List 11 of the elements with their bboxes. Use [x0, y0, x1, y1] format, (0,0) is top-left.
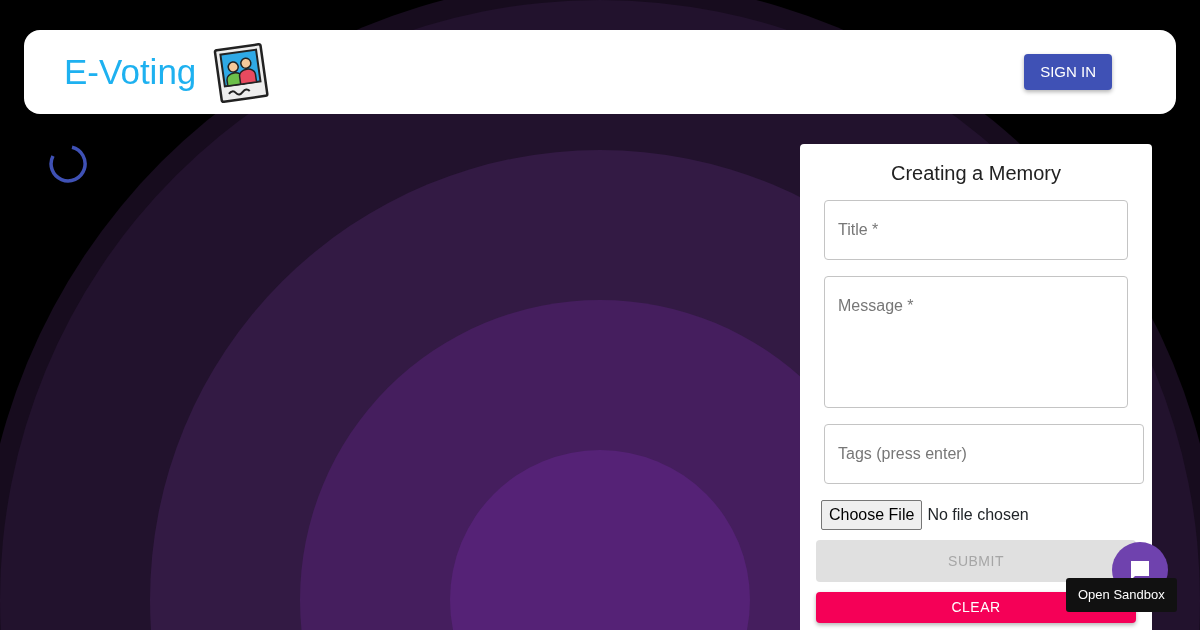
message-field[interactable]: Message *: [824, 276, 1128, 408]
chat-icon: [1129, 559, 1151, 581]
sign-in-button[interactable]: SIGN IN: [1024, 53, 1112, 91]
brand-title: E-Voting: [64, 50, 197, 93]
choose-file-button[interactable]: Choose File: [821, 500, 923, 530]
loading-spinner-icon: [48, 144, 88, 184]
tags-field[interactable]: Tags (press enter): [824, 424, 1144, 484]
file-status: No file chosen: [927, 505, 1029, 525]
tooltip: Open Sandbox: [1066, 578, 1177, 612]
form-title: Creating a Memory: [889, 161, 1063, 186]
title-field[interactable]: Title *: [824, 200, 1128, 260]
